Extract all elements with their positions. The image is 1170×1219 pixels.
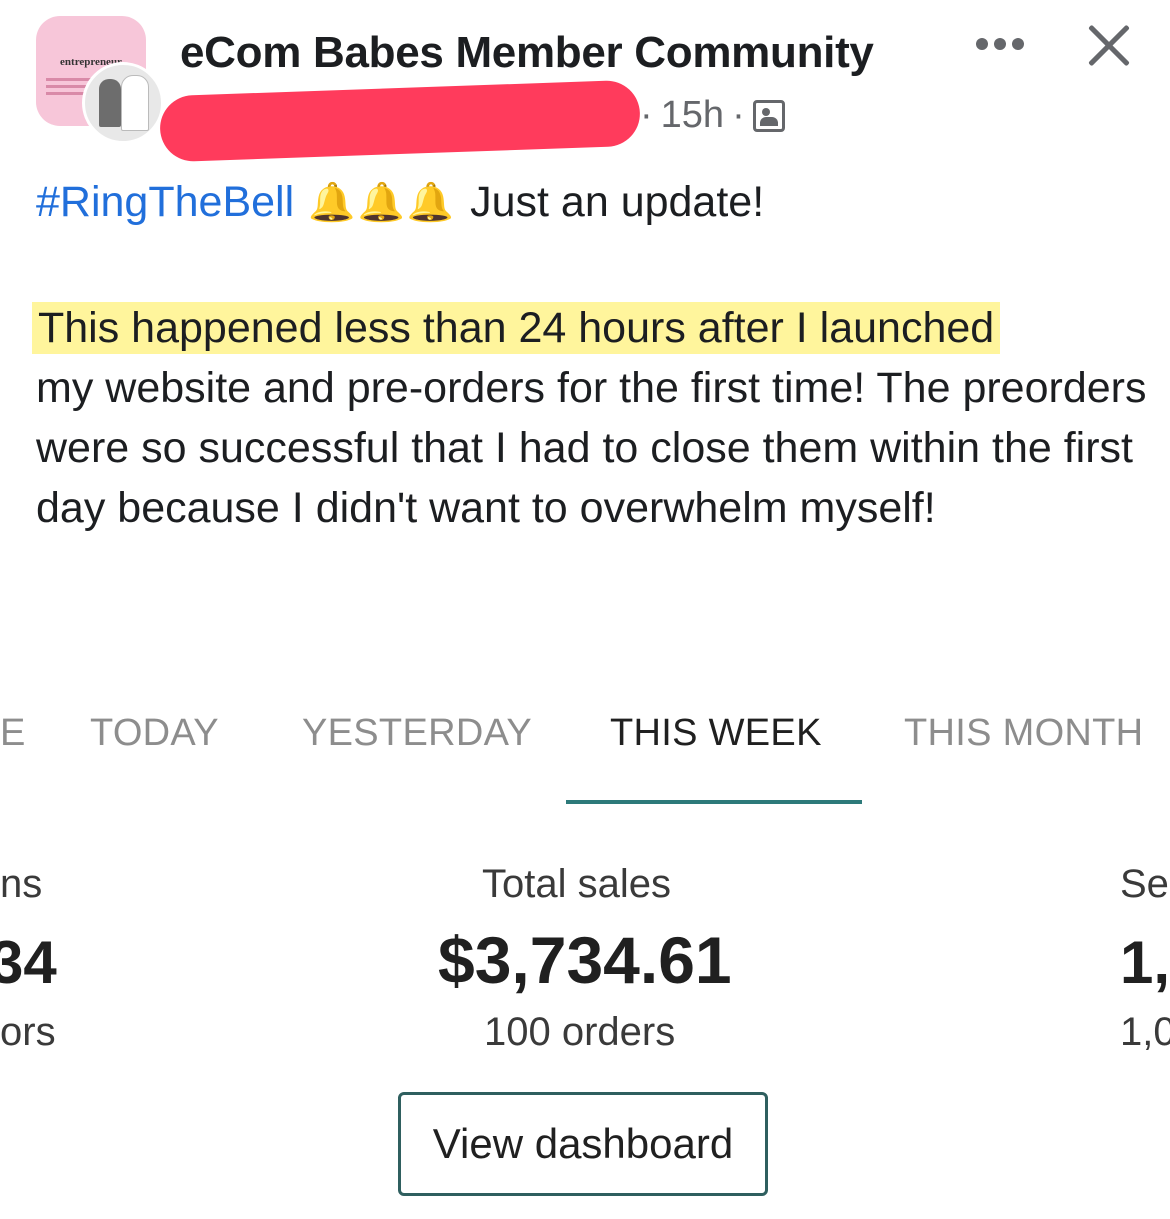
tab-today[interactable]: TODAY xyxy=(90,712,219,755)
partial-stat-label-left: ns xyxy=(0,862,43,906)
author-avatar[interactable] xyxy=(82,62,164,144)
person-figure xyxy=(99,79,121,127)
partial-stat-value-left: 34 xyxy=(0,929,57,996)
orders-count: 100 orders xyxy=(484,1010,676,1054)
post-body: This happened less than 24 hours after I… xyxy=(32,298,1156,538)
partial-stat-label-right: Se xyxy=(1120,862,1169,906)
post-meta: · 15h · xyxy=(640,94,785,137)
total-sales-label: Total sales xyxy=(482,862,671,906)
redacted-author-name xyxy=(158,79,642,163)
total-sales-value: $3,734.61 xyxy=(438,923,732,997)
post-body-text: my website and pre-orders for the first … xyxy=(36,364,1147,532)
tab-yesterday[interactable]: YESTERDAY xyxy=(302,712,532,755)
hashtag-link[interactable]: #RingTheBell xyxy=(36,178,294,227)
post-intro: Just an update! xyxy=(470,178,765,226)
view-dashboard-button[interactable]: View dashboard xyxy=(398,1092,768,1196)
tab-cut-off: E xyxy=(0,712,26,754)
meta-dot: · xyxy=(640,94,653,136)
tab-this-week[interactable]: THIS WEEK xyxy=(610,712,822,755)
partial-stat-sub-left: ors xyxy=(0,1010,56,1054)
partial-stat-value-right: 1, xyxy=(1120,929,1170,996)
bell-emoji-icons: 🔔🔔🔔 xyxy=(308,181,457,224)
more-dots-icon[interactable] xyxy=(976,32,1036,56)
active-tab-indicator xyxy=(566,800,862,804)
meta-dot: · xyxy=(732,94,745,136)
partial-stat-sub-right: 1,0 xyxy=(1120,1010,1170,1054)
tab-this-month[interactable]: THIS MONTH xyxy=(904,712,1143,755)
close-icon[interactable] xyxy=(1086,22,1132,68)
group-members-icon xyxy=(752,99,785,132)
group-name[interactable]: eCom Babes Member Community xyxy=(180,28,874,78)
post-first-line: #RingTheBell 🔔🔔🔔 Just an update! xyxy=(36,178,764,227)
highlighted-text: This happened less than 24 hours after I… xyxy=(32,302,1001,354)
person-figure xyxy=(121,75,149,131)
post-time[interactable]: 15h xyxy=(661,94,724,137)
